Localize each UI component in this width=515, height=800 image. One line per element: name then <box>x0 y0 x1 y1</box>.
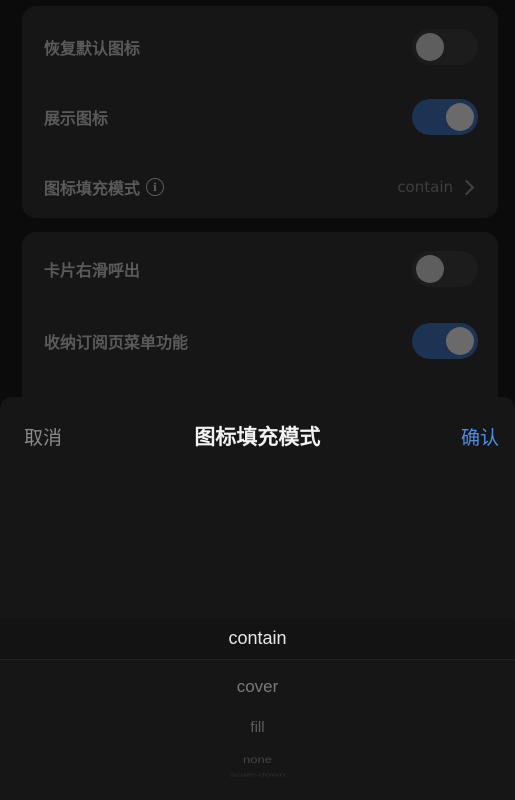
setting-row-card-swipe-right[interactable]: 卡片右滑呼出 <box>22 234 498 304</box>
info-circle-icon[interactable]: i <box>146 178 165 196</box>
toggle-knob <box>416 33 444 61</box>
setting-label-wrap: 图标填充模式 i <box>44 175 165 199</box>
setting-row-show-icon[interactable]: 展示图标 <box>22 82 498 152</box>
setting-label: 卡片右滑呼出 <box>44 261 141 280</box>
picker-title: 图标填充模式 <box>194 425 321 449</box>
setting-row-restore-default-icon[interactable]: 恢复默认图标 <box>22 12 498 82</box>
picker-header: 取消 图标填充模式 确认 <box>0 397 515 475</box>
setting-row-icon-fill-mode[interactable]: 图标填充模式 i contain <box>22 152 498 222</box>
toggle-knob <box>446 327 474 355</box>
picker-option[interactable]: none <box>0 754 515 766</box>
picker-option-selected[interactable]: contain <box>0 628 515 649</box>
picker-fade <box>0 475 515 618</box>
card-swipe-right-toggle[interactable] <box>412 251 478 287</box>
settings-page: 恢复默认图标 展示图标 图标填充模式 i contain 卡片右滑呼出 收纳订阅… <box>0 0 515 800</box>
settings-card-gestures: 卡片右滑呼出 收纳订阅页菜单功能 <box>22 232 498 422</box>
picker-option[interactable]: scale-down <box>0 772 515 778</box>
picker-option[interactable]: cover <box>0 677 515 697</box>
toggle-knob <box>416 255 444 283</box>
setting-label: 图标填充模式 <box>44 179 141 198</box>
chevron-right-icon <box>458 179 475 195</box>
toggle-knob <box>446 103 474 131</box>
restore-default-icon-toggle[interactable] <box>412 29 478 65</box>
cancel-button[interactable]: 取消 <box>24 423 62 450</box>
collapse-subscription-menu-toggle[interactable] <box>412 323 478 359</box>
setting-label: 恢复默认图标 <box>44 39 141 58</box>
setting-label: 展示图标 <box>44 109 109 128</box>
picker-option[interactable]: fill <box>0 719 515 736</box>
confirm-button[interactable]: 确认 <box>461 423 499 450</box>
setting-value-wrap: contain <box>397 178 478 196</box>
icon-fill-mode-value: contain <box>397 178 453 196</box>
fill-mode-picker-wheel[interactable]: contain cover fill none scale-down <box>0 475 515 800</box>
fill-mode-picker-sheet: 取消 图标填充模式 确认 contain cover fill none sca… <box>0 397 515 800</box>
settings-card-icons: 恢复默认图标 展示图标 图标填充模式 i contain <box>22 6 498 218</box>
setting-row-collapse-subscription-menu[interactable]: 收纳订阅页菜单功能 <box>22 306 498 376</box>
show-icon-toggle[interactable] <box>412 99 478 135</box>
setting-label: 收纳订阅页菜单功能 <box>44 333 189 352</box>
